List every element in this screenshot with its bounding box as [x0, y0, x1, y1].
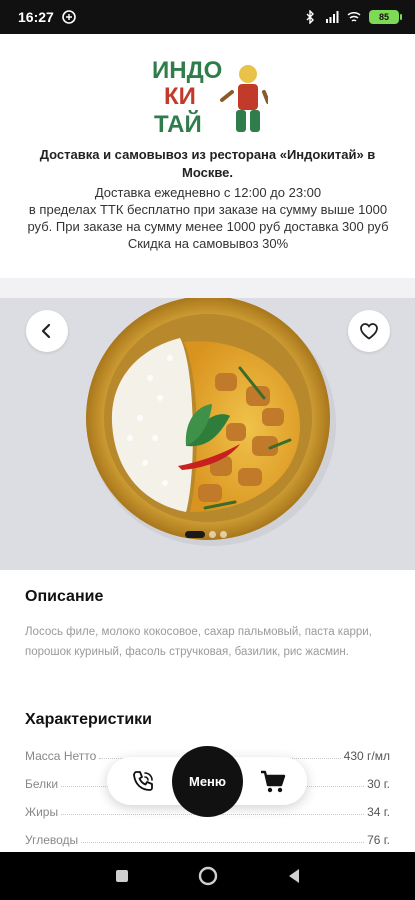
triangle-back-icon [289, 869, 299, 883]
characteristic-label: Белки [25, 777, 59, 791]
back-button[interactable] [26, 310, 68, 352]
characteristics-title: Характеристики [25, 711, 153, 728]
characteristic-value: 34 г. [367, 805, 390, 819]
section-divider [0, 278, 415, 298]
pagination-dot[interactable] [209, 531, 216, 538]
description-title: Описание [25, 588, 104, 605]
pagination-dot[interactable] [220, 531, 227, 538]
heart-icon [360, 323, 378, 340]
gallery-pagination [185, 531, 227, 538]
pickup-discount: Скидка на самовывоз 30% [127, 236, 289, 251]
home-button[interactable] [196, 864, 220, 888]
restaurant-description: Доставка и самовывоз из ресторана «Индок… [39, 147, 376, 180]
characteristic-label: Масса Нетто [25, 749, 97, 763]
delivery-info: Доставка ежедневно с 12:00 до 23:00 в пр… [18, 184, 398, 252]
restaurant-header: ИНДО КИ ТАЙ Доставка и самовывоз из рест… [0, 34, 415, 278]
status-time: 16:27 [18, 9, 54, 25]
delivery-hours: Доставка ежедневно с 12:00 до 23:00 [94, 185, 322, 200]
characteristic-row: Углеводы 76 г. [25, 827, 390, 847]
characteristic-value: 430 г/мл [343, 749, 390, 763]
notification-icon [62, 10, 76, 24]
chevron-left-icon [41, 323, 51, 339]
bluetooth-icon [306, 10, 314, 24]
description-text: Лосось филе, молоко кокосовое, сахар пал… [25, 626, 372, 658]
characteristic-value: 30 г. [367, 777, 390, 791]
battery-icon: 85 [369, 10, 402, 24]
system-back-button[interactable] [282, 864, 306, 888]
recent-apps-button[interactable] [110, 864, 134, 888]
favorite-button[interactable] [348, 310, 390, 352]
svg-text:КИ: КИ [164, 83, 196, 110]
signal-icon [326, 11, 339, 23]
characteristic-label: Углеводы [25, 833, 79, 847]
product-image-gallery[interactable] [0, 298, 415, 570]
menu-button[interactable]: Меню [172, 746, 243, 817]
cart-icon[interactable] [259, 769, 287, 795]
phone-icon[interactable] [130, 769, 156, 795]
pagination-dot-active[interactable] [185, 531, 205, 538]
wifi-icon [347, 11, 361, 22]
characteristic-value: 76 г. [367, 833, 390, 847]
delivery-terms: в пределах ТТК бесплатно при заказе на с… [27, 202, 389, 234]
restaurant-logo: ИНДО КИ ТАЙ [152, 57, 268, 138]
characteristic-label: Жиры [25, 805, 59, 819]
square-icon [116, 870, 128, 882]
battery-level: 85 [378, 12, 389, 22]
svg-text:ТАЙ: ТАЙ [154, 110, 202, 138]
circle-icon [198, 866, 218, 886]
leader-dots [81, 842, 365, 843]
svg-text:ИНДО: ИНДО [152, 57, 222, 84]
status-bar: 16:27 85 [0, 0, 415, 34]
system-navigation-bar [0, 852, 415, 900]
